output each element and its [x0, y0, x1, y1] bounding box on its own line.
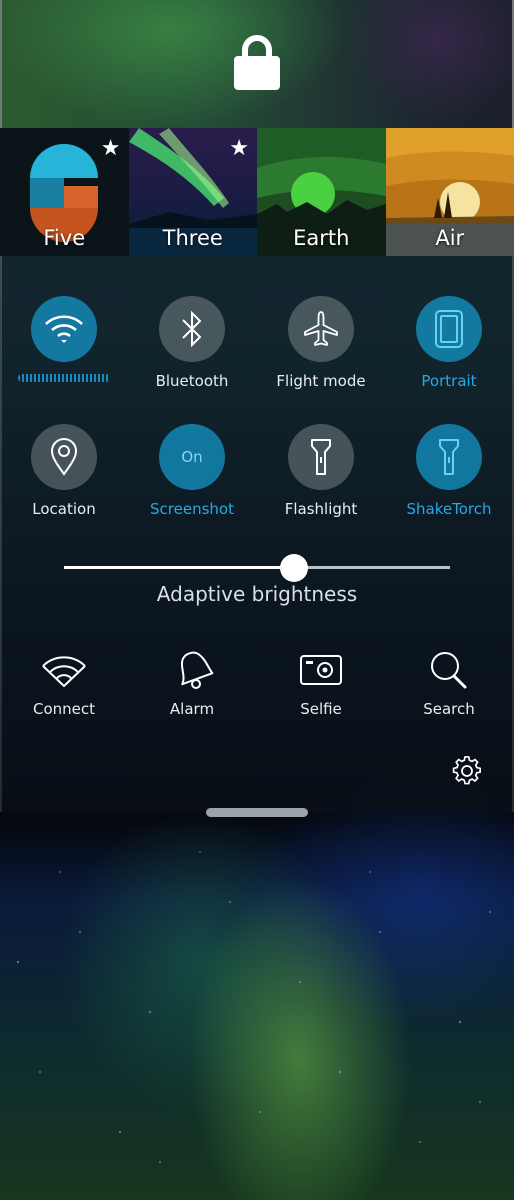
search-icon	[431, 652, 467, 689]
shortcut-connect[interactable]: Connect	[0, 650, 128, 718]
portrait-icon	[435, 310, 463, 348]
ambience-label: Air	[435, 226, 465, 250]
toggle-bluetooth[interactable]: Bluetooth	[128, 296, 256, 390]
toggle-portrait[interactable]: Portrait	[385, 296, 513, 390]
toggle-label: ShakeTorch	[406, 500, 492, 518]
ambience-three[interactable]: ★ Three	[128, 128, 257, 256]
wifi-network-name-placeholder	[18, 374, 110, 382]
ambience-earth[interactable]: Earth	[257, 128, 386, 256]
shortcut-label: Selfie	[300, 700, 342, 718]
flashlight-icon	[311, 439, 331, 475]
screenshot-state-text: On	[181, 448, 203, 466]
location-pin-icon	[50, 438, 78, 476]
favorite-star-icon: ★	[229, 136, 249, 161]
toggle-shaketorch[interactable]: ShakeTorch	[385, 424, 513, 518]
camera-icon	[300, 655, 342, 685]
toggle-flight-mode[interactable]: Flight mode	[257, 296, 385, 390]
toggle-flashlight[interactable]: Flashlight	[257, 424, 385, 518]
toggle-location[interactable]: Location	[0, 424, 128, 518]
wifi-toggle-circle[interactable]	[31, 296, 97, 362]
alarm-bell-icon	[180, 651, 214, 689]
bluetooth-icon	[182, 310, 202, 348]
shortcut-search[interactable]: Search	[385, 650, 513, 718]
flight-mode-toggle-circle[interactable]	[288, 296, 354, 362]
shortcut-label: Connect	[32, 700, 96, 718]
shortcut-alarm[interactable]: Alarm	[128, 650, 256, 718]
shaketorch-icon	[439, 439, 459, 475]
lock-icon[interactable]	[234, 34, 280, 90]
settings-gear-icon[interactable]	[452, 756, 482, 786]
ambience-five[interactable]: ★ Five	[0, 128, 129, 256]
screenshot-toggle-circle[interactable]: On	[159, 424, 225, 490]
location-toggle-circle[interactable]	[31, 424, 97, 490]
favorite-star-icon: ★	[100, 136, 121, 161]
toggle-label: Screenshot	[150, 500, 234, 518]
shortcut-label: Search	[423, 700, 475, 718]
toggle-label: Portrait	[421, 372, 477, 390]
airplane-icon	[304, 311, 338, 346]
toggle-wifi[interactable]	[0, 296, 128, 382]
ambience-air[interactable]: Air	[385, 128, 514, 256]
portrait-toggle-circle[interactable]	[416, 296, 482, 362]
shortcut-label: Alarm	[169, 700, 215, 718]
ambience-carousel: ★ Five ★ Three Earth Air	[0, 128, 514, 256]
ambience-label: Five	[43, 226, 86, 250]
wifi-icon	[45, 315, 83, 343]
toggle-label: Location	[32, 500, 96, 518]
ambience-label: Earth	[293, 226, 350, 250]
brightness-slider-knob[interactable]	[279, 554, 308, 582]
toggle-screenshot[interactable]: On Screenshot	[128, 424, 256, 518]
brightness-label: Adaptive brightness	[156, 582, 358, 606]
flashlight-toggle-circle[interactable]	[288, 424, 354, 490]
shortcut-selfie[interactable]: Selfie	[257, 650, 385, 718]
brightness-slider-fill	[64, 566, 294, 569]
wallpaper-stars	[16, 851, 491, 1163]
shaketorch-toggle-circle[interactable]	[416, 424, 482, 490]
toggle-label: Flight mode	[276, 372, 366, 390]
bluetooth-toggle-circle[interactable]	[159, 296, 225, 362]
toggle-label: Bluetooth	[155, 372, 229, 390]
toggle-label: Flashlight	[284, 500, 358, 518]
wifi-connect-icon	[42, 656, 86, 687]
ambience-label: Three	[162, 226, 223, 250]
